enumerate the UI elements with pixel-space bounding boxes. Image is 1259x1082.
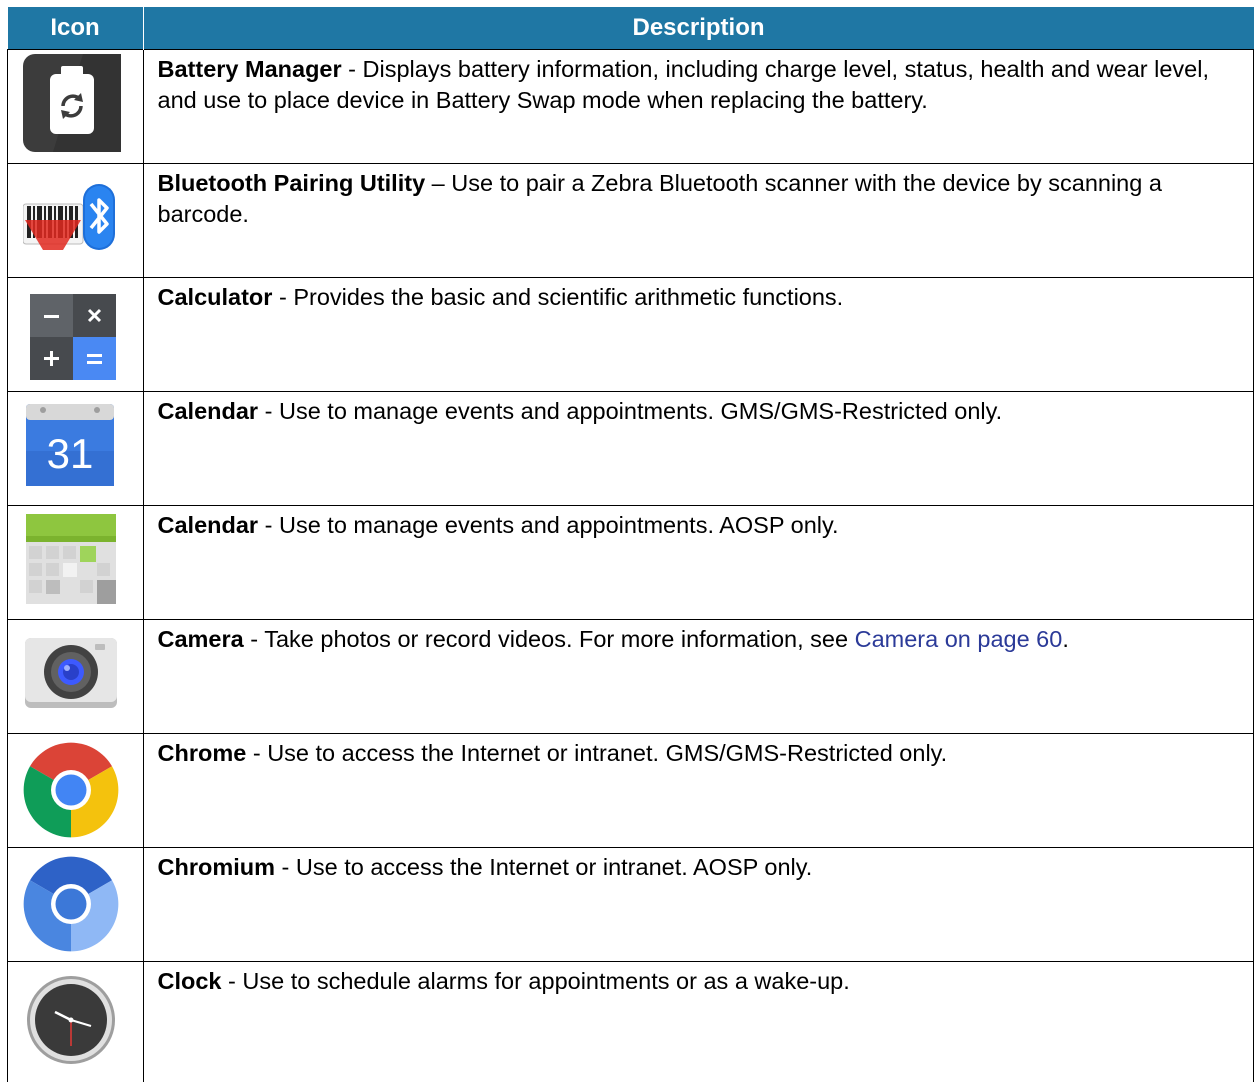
description-cell: Calendar - Use to manage events and appo… <box>143 392 1254 506</box>
camera-page-link[interactable]: Camera on page 60 <box>855 626 1063 652</box>
table-row: Chrome - Use to access the Internet or i… <box>8 734 1254 848</box>
table-row: Calculator - Provides the basic and scie… <box>8 278 1254 392</box>
clock-icon <box>23 966 123 1066</box>
chrome-icon <box>23 738 123 838</box>
description-cell: Camera - Take photos or record videos. F… <box>143 620 1254 734</box>
table-row: Clock - Use to schedule alarms for appoi… <box>8 962 1254 1082</box>
icon-cell: 31 <box>8 392 144 506</box>
icon-cell <box>8 848 144 962</box>
separator: - <box>246 740 267 766</box>
description-cell: Calendar - Use to manage events and appo… <box>143 506 1254 620</box>
battery-manager-icon <box>23 54 121 152</box>
app-name: Chrome <box>158 740 247 766</box>
table-row: Battery Manager - Displays battery infor… <box>8 50 1254 164</box>
icon-cell <box>8 278 144 392</box>
table-row: Calendar - Use to manage events and appo… <box>8 506 1254 620</box>
google-calendar-icon: 31 <box>23 396 123 496</box>
bluetooth-pairing-icon <box>23 168 123 268</box>
app-name: Calendar <box>158 512 259 538</box>
description-cell: Battery Manager - Displays battery infor… <box>143 50 1254 164</box>
app-name: Bluetooth Pairing Utility <box>158 170 426 196</box>
separator: – <box>425 170 451 196</box>
app-name: Calculator <box>158 284 273 310</box>
icon-cell <box>8 734 144 848</box>
description-cell: Calculator - Provides the basic and scie… <box>143 278 1254 392</box>
calendar-day-number: 31 <box>47 430 94 477</box>
app-description: Use to access the Internet or intranet. … <box>296 854 812 880</box>
aosp-calendar-icon <box>23 510 123 610</box>
icon-cell <box>8 164 144 278</box>
app-description: Use to access the Internet or intranet. … <box>267 740 947 766</box>
table-header-row: Icon Description <box>8 7 1254 50</box>
separator: - <box>244 626 264 652</box>
icon-cell <box>8 962 144 1082</box>
description-cell: Clock - Use to schedule alarms for appoi… <box>143 962 1254 1082</box>
table-row: Chromium - Use to access the Internet or… <box>8 848 1254 962</box>
trailing-period: . <box>1062 626 1069 652</box>
header-icon: Icon <box>8 7 144 50</box>
table-row: Camera - Take photos or record videos. F… <box>8 620 1254 734</box>
app-description: Use to schedule alarms for appointments … <box>242 968 849 994</box>
app-description: Use to manage events and appointments. A… <box>279 512 839 538</box>
description-cell: Chrome - Use to access the Internet or i… <box>143 734 1254 848</box>
app-name: Chromium <box>158 854 276 880</box>
icon-cell <box>8 620 144 734</box>
separator: - <box>258 398 279 424</box>
icon-cell <box>8 506 144 620</box>
separator: - <box>275 854 296 880</box>
app-description: Provides the basic and scientific arithm… <box>293 284 843 310</box>
header-description: Description <box>143 7 1254 50</box>
camera-icon <box>23 624 123 724</box>
app-name: Camera <box>158 626 244 652</box>
app-name: Calendar <box>158 398 259 424</box>
table-row: Bluetooth Pairing Utility – Use to pair … <box>8 164 1254 278</box>
table-row: 31 Calendar - Use to manage events and a… <box>8 392 1254 506</box>
separator: - <box>342 56 363 82</box>
icon-cell <box>8 50 144 164</box>
separator: - <box>222 968 243 994</box>
description-cell: Chromium - Use to access the Internet or… <box>143 848 1254 962</box>
app-description: Take photos or record videos. For more i… <box>264 626 854 652</box>
calculator-icon <box>23 282 123 382</box>
description-cell: Bluetooth Pairing Utility – Use to pair … <box>143 164 1254 278</box>
app-description: Use to manage events and appointments. G… <box>279 398 1002 424</box>
chromium-icon <box>23 852 123 952</box>
separator: - <box>258 512 279 538</box>
apps-table: Icon Description <box>7 7 1254 1082</box>
app-name: Clock <box>158 968 222 994</box>
app-name: Battery Manager <box>158 56 342 82</box>
separator: - <box>272 284 293 310</box>
